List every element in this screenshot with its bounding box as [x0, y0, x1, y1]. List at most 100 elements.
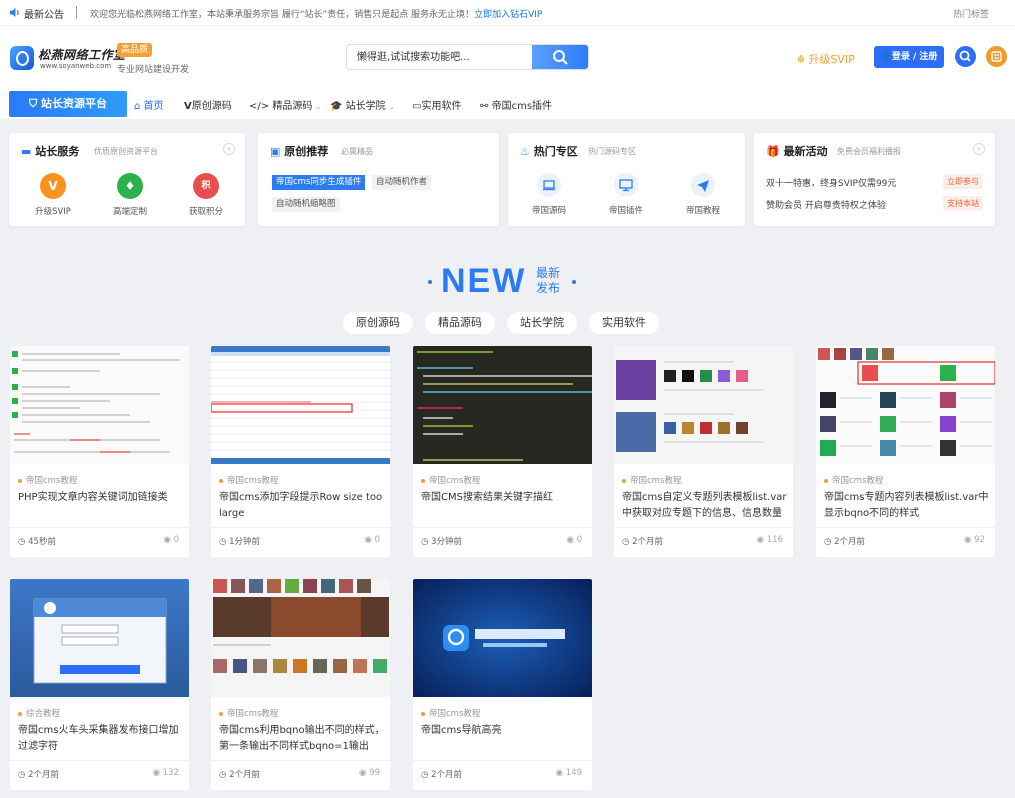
post-title[interactable]: 帝国cms导航高亮	[421, 723, 587, 739]
nav-item-software[interactable]: ▭实用软件	[412, 97, 461, 112]
views-value: 0	[374, 535, 380, 545]
post-card[interactable]: 帝国cms教程 帝国CMS搜索结果关键字描红 ◷ 3分钟前 ◉ 0	[413, 346, 592, 557]
service-label: 获取积分	[188, 207, 223, 217]
nav-item-premium[interactable]: </> 精品源码 ⌄	[249, 97, 321, 112]
post-category[interactable]: 帝国cms教程	[824, 474, 883, 486]
announcement-title[interactable]: 最新公告	[24, 6, 64, 21]
post-card[interactable]: 帝国cms教程 帝国cms专题内容列表模板list.var中显示bqno不同的样…	[816, 346, 995, 557]
activity-row-2[interactable]: 赞助会员 开启尊贵特权之体验	[766, 198, 886, 211]
post-thumbnail[interactable]	[614, 346, 793, 464]
eye-icon: ◉	[756, 535, 765, 545]
tab-software[interactable]: 实用软件	[589, 312, 659, 334]
nav-item-plugins[interactable]: ⚯ 帝国cms插件	[480, 97, 552, 112]
post-thumbnail[interactable]	[10, 346, 189, 464]
post-category[interactable]: 帝国cms教程	[219, 707, 278, 719]
post-title[interactable]: 帝国CMS搜索结果关键字描红	[421, 490, 587, 506]
service-item-points[interactable]: 积获取积分	[181, 173, 231, 217]
nav-item-original[interactable]: V原创源码	[184, 97, 232, 112]
tab-original[interactable]: 原创源码	[343, 312, 413, 334]
post-title[interactable]: 帝国cms添加字段提示Row size too large	[219, 490, 385, 522]
post-category[interactable]: 帝国cms教程	[622, 474, 681, 486]
post-title[interactable]: 帝国cms利用bqno输出不同的样式，第一条输出不同样式bqno=1输出box_	[219, 723, 385, 755]
post-card[interactable]: 帝国cms教程 帝国cms添加字段提示Row size too large ◷ …	[211, 346, 390, 557]
post-thumbnail[interactable]	[10, 579, 189, 697]
logo-text[interactable]: 松燕网络工作室	[38, 46, 126, 63]
wings-icon: ☬	[797, 53, 805, 66]
support-button[interactable]: 支持本站	[943, 196, 983, 211]
divider	[614, 527, 793, 528]
hot-item-tutorial[interactable]: 帝国教程	[673, 173, 733, 216]
chevron-right-icon[interactable]: ›	[973, 143, 985, 155]
post-card[interactable]: 帝国cms教程 帝国cms利用bqno输出不同的样式，第一条输出不同样式bqno…	[211, 579, 390, 790]
tab-academy[interactable]: 站长学院	[507, 312, 577, 334]
search-toggle-button[interactable]	[955, 46, 976, 67]
post-category[interactable]: 帝国cms教程	[219, 474, 278, 486]
hot-label: 帝国源码	[531, 206, 566, 216]
nav-label: 首页	[143, 101, 164, 112]
post-views: ◉ 92	[964, 535, 985, 545]
welcome-message: 欢迎您光临松燕网络工作室，本站秉承服务宗旨 履行“站长”责任，销售只是起点 服务…	[90, 10, 475, 20]
post-category[interactable]: 帝国cms教程	[421, 474, 480, 486]
home-icon: ⌂	[134, 101, 141, 112]
logo-icon[interactable]	[10, 46, 34, 70]
post-thumbnail[interactable]	[211, 579, 390, 697]
post-title[interactable]: 帝国cms自定义专题列表模板list.var中获取对应专题下的信息、信息数量及信	[622, 490, 788, 522]
upgrade-vip-button[interactable]: ☬ 升级SVIP	[797, 51, 855, 67]
nav-label: 实用软件	[421, 101, 462, 112]
nav-label: 帝国cms插件	[491, 101, 553, 112]
post-card[interactable]: 综合教程 帝国cms火车头采集器发布接口增加过滤字符 ◷ 2个月前 ◉ 132	[10, 579, 189, 790]
eye-icon: ◉	[566, 535, 574, 545]
service-item-custom[interactable]: ♦ 高端定制	[105, 173, 155, 217]
welcome-text: 欢迎您光临松燕网络工作室，本站秉承服务宗旨 履行“站长”责任，销售只是起点 服务…	[90, 7, 542, 20]
post-category[interactable]: 帝国cms教程	[18, 474, 77, 486]
search-input[interactable]	[347, 45, 537, 69]
latest-heading: NEW 最新 发布	[0, 262, 1015, 302]
divider	[10, 760, 189, 761]
post-thumbnail[interactable]	[413, 346, 592, 464]
activity-row-1[interactable]: 双十一特惠，终身SVIP仅需99元	[766, 176, 896, 189]
post-card[interactable]: 帝国cms教程 帝国cms导航高亮 ◷ 2个月前 ◉ 149	[413, 579, 592, 790]
join-vip-link[interactable]: 立即加入钻石VIP	[474, 10, 542, 20]
post-thumbnail[interactable]	[211, 346, 390, 464]
post-category[interactable]: 帝国cms教程	[421, 707, 480, 719]
post-title[interactable]: PHP实现文章内容关键词加链接类	[18, 490, 184, 506]
tag-sync-plugin[interactable]: 帝国cms同步生成插件	[272, 175, 366, 190]
service-item-vip[interactable]: V 升级SVIP	[28, 173, 78, 217]
chevron-right-icon[interactable]: ›	[223, 143, 235, 155]
login-register-button[interactable]: 👤登录 / 注册	[874, 46, 944, 68]
tag-random-thumb[interactable]: 自动随机缩略图	[272, 197, 340, 212]
post-card[interactable]: 帝国cms教程 PHP实现文章内容关键词加链接类 ◷ 45秒前 ◉ 0	[10, 346, 189, 557]
hot-item-plugin[interactable]: 帝国插件	[596, 173, 656, 216]
nav-item-academy[interactable]: 🎓 站长学院 ⌄	[330, 97, 395, 112]
time-value: 45秒前	[28, 537, 56, 547]
tab-premium[interactable]: 精品源码	[425, 312, 495, 334]
hot-subtitle: 热门源码专区	[588, 147, 636, 156]
menu-button[interactable]	[986, 46, 1007, 67]
chevron-down-icon: ⌄	[315, 103, 322, 111]
service-title: ▬ 站长服务	[21, 143, 79, 159]
post-title[interactable]: 帝国cms专题内容列表模板list.var中显示bqno不同的样式	[824, 490, 990, 522]
eye-icon: ◉	[555, 768, 564, 778]
clock-icon: ◷	[421, 770, 429, 780]
nav-item-home[interactable]: ⌂ 首页	[134, 97, 164, 112]
views-value: 99	[369, 768, 380, 778]
shield-icon: ⛉	[28, 97, 38, 110]
search-button[interactable]	[532, 45, 588, 69]
time-value: 1分钟前	[229, 537, 261, 547]
code-icon: </>	[249, 101, 270, 112]
post-card[interactable]: 帝国cms教程 帝国cms自定义专题列表模板list.var中获取对应专题下的信…	[614, 346, 793, 557]
hot-item-source[interactable]: 帝国源码	[519, 173, 579, 216]
post-title[interactable]: 帝国cms火车头采集器发布接口增加过滤字符	[18, 723, 184, 755]
post-category[interactable]: 综合教程	[18, 707, 60, 719]
post-thumbnail[interactable]	[816, 346, 995, 464]
tag-random-author[interactable]: 自动随机作者	[372, 175, 432, 190]
menu-icon	[991, 51, 1002, 62]
join-now-button[interactable]: 立即参与	[943, 174, 983, 189]
brand-button[interactable]: ⛉ 站长资源平台	[9, 91, 127, 117]
hot-tags-link[interactable]: 热门标签	[953, 7, 989, 20]
time-value: 2个月前	[632, 537, 664, 547]
clock-icon: ◷	[18, 537, 26, 547]
eye-icon: ◉	[163, 535, 171, 545]
hot-title: ♨ 热门专区	[520, 143, 578, 159]
post-thumbnail[interactable]	[413, 579, 592, 697]
